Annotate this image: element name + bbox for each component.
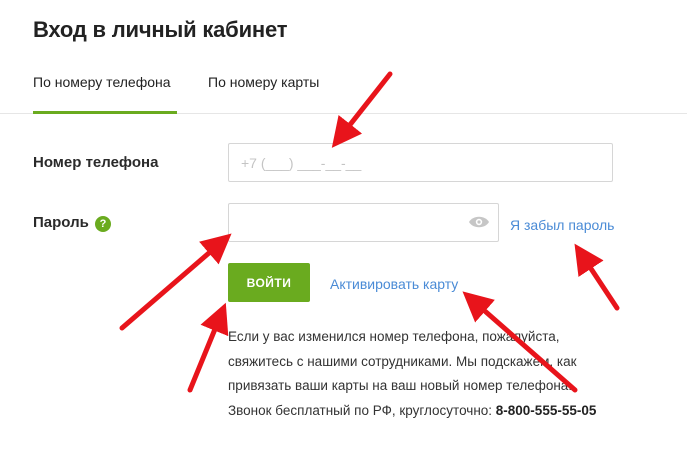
password-label: Пароль bbox=[33, 214, 89, 231]
info-line-prefix: Звонок бесплатный по РФ, круглосуточно: bbox=[228, 402, 496, 418]
info-line: свяжитесь с нашими сотрудниками. Мы подс… bbox=[228, 353, 577, 369]
info-text: Если у вас изменился номер телефона, пож… bbox=[228, 325, 628, 423]
support-phone-number: 8-800-555-55-05 bbox=[495, 402, 597, 418]
activate-card-link[interactable]: Активировать карту bbox=[330, 276, 458, 292]
login-button[interactable]: ВОЙТИ bbox=[228, 263, 310, 302]
tab-by-card[interactable]: По номеру карты bbox=[208, 74, 319, 90]
info-line: Если у вас изменился номер телефона, пож… bbox=[228, 329, 560, 344]
tab-by-phone[interactable]: По номеру телефона bbox=[33, 74, 171, 90]
active-tab-indicator bbox=[33, 111, 177, 114]
phone-label: Номер телефона bbox=[33, 154, 159, 171]
annotation-arrow bbox=[119, 233, 232, 331]
phone-input[interactable] bbox=[228, 143, 613, 182]
page-title: Вход в личный кабинет bbox=[33, 17, 288, 42]
question-icon[interactable]: ? bbox=[95, 216, 111, 232]
annotation-arrow bbox=[187, 302, 229, 393]
forgot-password-link[interactable]: Я забыл пароль bbox=[510, 217, 614, 233]
login-page: Вход в личный кабинет По номеру телефона… bbox=[0, 0, 687, 450]
eye-icon[interactable] bbox=[468, 214, 490, 230]
login-method-tabs: По номеру телефона По номеру карты bbox=[0, 68, 687, 114]
annotation-arrow bbox=[574, 243, 620, 311]
info-line: Звонок бесплатный по РФ, круглосуточно: … bbox=[228, 399, 628, 424]
password-input[interactable] bbox=[228, 203, 499, 242]
info-line: привязать ваши карты на ваш новый номер … bbox=[228, 378, 573, 393]
